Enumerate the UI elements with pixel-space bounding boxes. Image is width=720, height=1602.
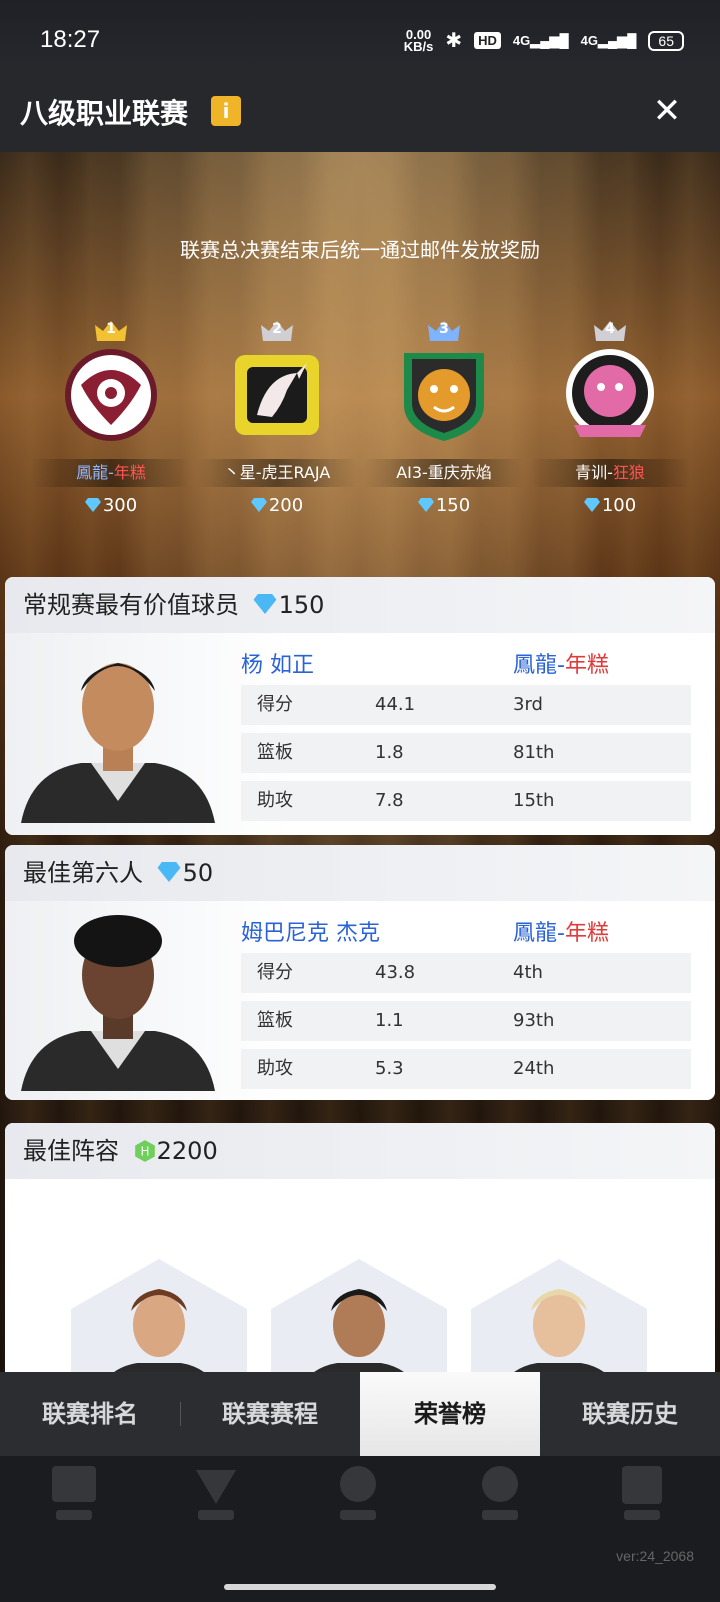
tab-honor-board[interactable]: 荣誉榜 [360, 1372, 540, 1456]
best-lineup-body: 大前 中锋 小前 [5, 1179, 715, 1372]
info-icon[interactable]: i [211, 96, 241, 126]
crown-icon: 4 [592, 317, 628, 341]
diamond-icon [250, 498, 267, 512]
nav-icon-3[interactable] [330, 1460, 386, 1530]
nav-icon-2[interactable] [188, 1460, 244, 1530]
lineup-player-sf[interactable]: 小前 [471, 1259, 647, 1372]
stat-row-rebounds: 篮板 1.1 93th [241, 1001, 691, 1041]
bluetooth-icon: ✱ [445, 30, 463, 52]
team-name: AI3-重庆赤焰 [364, 459, 524, 487]
rank-card-4[interactable]: 4 青训-狂狼 100 [530, 317, 690, 516]
hd-icon: HD [474, 32, 501, 49]
diamond-icon [157, 862, 181, 882]
tab-bar: 联赛排名 联赛赛程 荣誉榜 联赛历史 [0, 1372, 720, 1456]
stat-row-points: 得分 43.8 4th [241, 953, 691, 993]
team-logo-tiger-icon [404, 353, 484, 441]
stat-row-points: 得分 44.1 3rd [241, 685, 691, 725]
status-bar: 18:27 0.00 KB/s ✱ HD 4G▂▄▆█ 4G▂▄▆█ 65 [0, 0, 720, 70]
player-portrait-avatar [21, 663, 215, 823]
diamond-icon [417, 498, 434, 512]
team-logo-phoenix-icon [65, 349, 157, 441]
crown-icon: 1 [93, 317, 129, 341]
sixth-man-card[interactable]: 最佳第六人 50 姆巴尼克 杰克 鳳龍-年糕 得分 43.8 4th 篮板 1.1 93… [5, 845, 715, 1100]
team-name: 青训-狂狼 [530, 459, 690, 487]
team-reward: 100 [530, 495, 690, 516]
status-time: 18:27 [40, 26, 101, 53]
honor-stage: 联赛总决赛结束后统一通过邮件发放奖励 1 鳳龍-年糕 300 2 丶星-虎王RA… [0, 152, 720, 1372]
team-name: 鳳龍-年糕 [31, 459, 191, 487]
team-name: 丶星-虎王RAJA [197, 459, 357, 487]
diamond-icon [583, 498, 600, 512]
close-icon[interactable]: ✕ [652, 94, 682, 128]
diamond-icon [84, 498, 101, 512]
crown-icon: 3 [426, 317, 462, 341]
mvp-card-header: 常规赛最有价值球员 150 [5, 577, 715, 633]
player-team[interactable]: 鳳龍-年糕 [513, 915, 609, 947]
mvp-card[interactable]: 常规赛最有价值球员 150 杨 如正 鳳龍-年糕 得分 44.1 3rd 篮板 1.8… [5, 577, 715, 835]
signal-icon: 4G▂▄▆█ [512, 32, 569, 48]
crown-icon: 2 [259, 317, 295, 341]
team-reward: 150 [364, 495, 524, 516]
rank-card-1[interactable]: 1 鳳龍-年糕 300 [31, 317, 191, 516]
bottom-nav [0, 1456, 720, 1602]
page-title: 八级职业联赛 [20, 97, 189, 130]
stat-row-assists: 助攻 5.3 24th [241, 1049, 691, 1089]
sixth-man-card-header: 最佳第六人 50 [5, 845, 715, 901]
stat-row-assists: 助攻 7.8 15th [241, 781, 691, 821]
version-label: ver:24_2068 [616, 1548, 694, 1564]
svg-text:H: H [140, 1144, 149, 1158]
battery-icon: 65 [648, 30, 684, 51]
tab-league-history[interactable]: 联赛历史 [540, 1372, 720, 1456]
reward-notice: 联赛总决赛结束后统一通过邮件发放奖励 [180, 238, 540, 262]
stat-row-rebounds: 篮板 1.8 81th [241, 733, 691, 773]
nav-icon-5[interactable] [614, 1460, 670, 1530]
home-indicator[interactable] [224, 1584, 496, 1590]
team-logo-unicorn-icon [235, 355, 319, 435]
team-reward: 300 [31, 495, 191, 516]
title-bar: 八级职业联赛 [0, 70, 720, 152]
mvp-card-body: 杨 如正 鳳龍-年糕 得分 44.1 3rd 篮板 1.8 81th 助攻 7.8 15th [5, 633, 715, 835]
status-icons: 0.00 KB/s ✱ HD 4G▂▄▆█ 4G▂▄▆█ 65 [404, 28, 684, 53]
lineup-player-c[interactable]: 中锋 [271, 1259, 447, 1372]
nav-icon-4[interactable] [472, 1460, 528, 1530]
nav-icon-1[interactable] [46, 1460, 102, 1530]
lineup-player-pf[interactable]: 大前 [71, 1259, 247, 1372]
network-speed: 0.00 KB/s [403, 26, 434, 54]
player-team[interactable]: 鳳龍-年糕 [513, 647, 609, 679]
team-logo-wolf-icon [566, 349, 654, 437]
tab-league-ranking[interactable]: 联赛排名 [0, 1372, 180, 1456]
best-lineup-card[interactable]: 最佳阵容 H2200 大前 中锋 小前 [5, 1123, 715, 1372]
tab-league-schedule[interactable]: 联赛赛程 [180, 1372, 360, 1456]
player-name[interactable]: 姆巴尼克 杰克 [241, 915, 380, 947]
hex-coin-icon: H [134, 1140, 155, 1162]
best-lineup-card-header: 最佳阵容 H 2200 [5, 1123, 715, 1179]
diamond-icon [253, 594, 277, 614]
rank-card-3[interactable]: 3 AI3-重庆赤焰 150 [364, 317, 524, 516]
player-name[interactable]: 杨 如正 [241, 647, 314, 679]
team-reward: 200 [197, 495, 357, 516]
signal-icon-2: 4G▂▄▆█ [580, 32, 637, 48]
sixth-man-card-body: 姆巴尼克 杰克 鳳龍-年糕 得分 43.8 4th 篮板 1.1 93th 助攻 5.3 2… [5, 901, 715, 1100]
player-portrait-avatar [21, 915, 215, 1091]
rank-card-2[interactable]: 2 丶星-虎王RAJA 200 [197, 317, 357, 516]
